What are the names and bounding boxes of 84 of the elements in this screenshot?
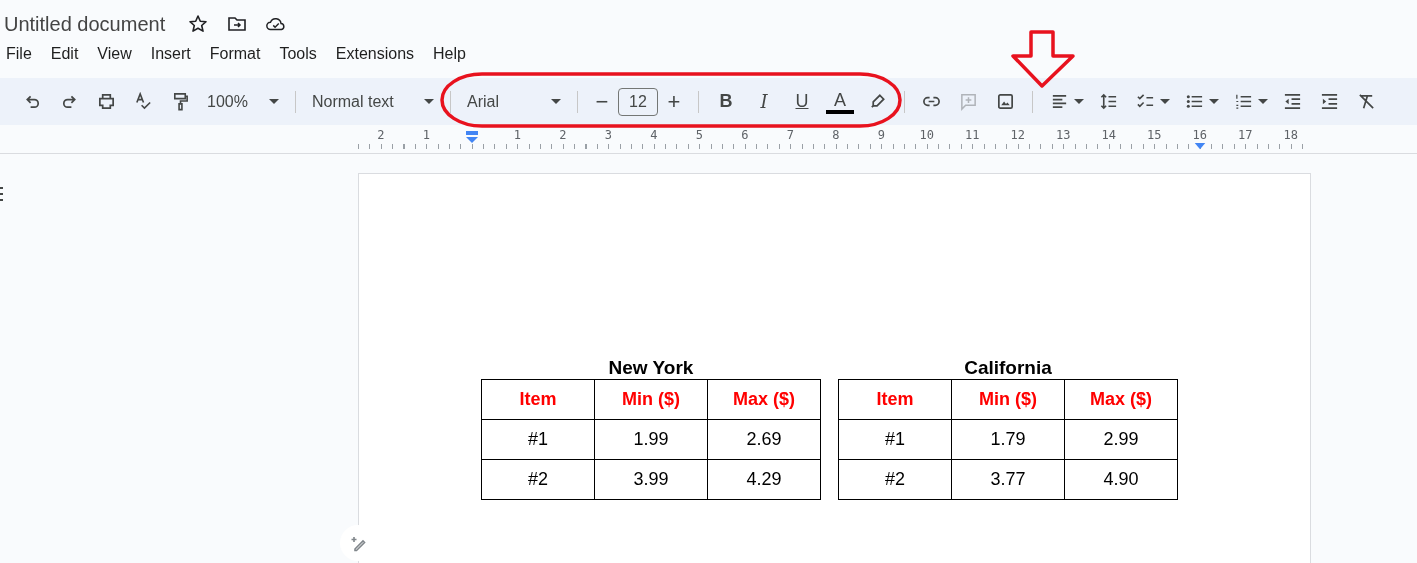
ruler-number: 3	[604, 129, 612, 142]
caret-icon[interactable]	[1074, 98, 1084, 105]
table-cell: 3.77	[951, 459, 1065, 500]
ruler-number: 13	[1056, 129, 1071, 142]
decrease-indent-icon[interactable]	[1283, 92, 1302, 111]
ruler-number: 12	[1010, 129, 1025, 142]
ruler-number: 16	[1192, 129, 1207, 142]
ruler-number: 8	[832, 129, 840, 142]
column-header: Item	[481, 379, 595, 420]
caret-icon	[551, 98, 561, 105]
table-cell: 2.69	[707, 419, 821, 460]
table-cell: 1.79	[951, 419, 1065, 460]
folder-icon[interactable]	[226, 14, 249, 34]
increase-indent-icon[interactable]	[1320, 92, 1339, 111]
caret-icon[interactable]	[1258, 98, 1268, 105]
underline-button[interactable]: U	[788, 87, 816, 116]
image-icon[interactable]	[996, 92, 1015, 111]
ruler-number: 10	[919, 129, 934, 142]
ruler-number: 14	[1101, 129, 1116, 142]
ruler-number: 9	[877, 129, 885, 142]
clear-formatting-icon[interactable]	[1357, 92, 1376, 111]
font-dropdown[interactable]: Arial	[459, 92, 569, 111]
column-header: Item	[838, 379, 952, 420]
ruler-number: 15	[1147, 129, 1162, 142]
table-caption: California	[964, 357, 1052, 379]
ruler-number: 1	[422, 129, 430, 142]
star-icon[interactable]	[187, 14, 210, 34]
ruler-number: 2	[559, 129, 567, 142]
menu-item[interactable]: Format	[209, 45, 261, 63]
menu-item[interactable]: File	[6, 45, 32, 63]
indent-marker[interactable]	[1193, 143, 1207, 150]
ruler-number: 17	[1238, 129, 1253, 142]
column-header: Min ($)	[951, 379, 1065, 420]
numbered-list-icon[interactable]	[1234, 92, 1253, 111]
table-cell: 4.90	[1064, 459, 1178, 500]
table-cell: 3.99	[594, 459, 708, 500]
column-header: Max ($)	[1064, 379, 1178, 420]
line-spacing-icon[interactable]	[1099, 92, 1118, 111]
font-size-field[interactable]: 12	[618, 87, 658, 116]
column-header: Min ($)	[594, 379, 708, 420]
increase-size-button[interactable]: +	[661, 88, 687, 115]
spellcheck-icon[interactable]	[134, 92, 153, 111]
menu-item[interactable]: Insert	[150, 45, 191, 63]
table-cell: #2	[481, 459, 595, 500]
ruler-number: 7	[786, 129, 794, 142]
document-title[interactable]: Untitled document	[4, 12, 166, 36]
align-left-icon[interactable]	[1050, 92, 1069, 111]
ruler-number: 2	[377, 129, 385, 142]
menu-item[interactable]: View	[97, 45, 132, 63]
menu-item[interactable]: Help	[433, 45, 466, 63]
table-cell: #1	[481, 419, 595, 460]
column-header: Max ($)	[707, 379, 821, 420]
paint-roller-icon[interactable]	[171, 92, 190, 111]
italic-button[interactable]: I	[750, 87, 778, 116]
style-dropdown[interactable]: Normal text	[304, 92, 442, 111]
bold-button[interactable]: B	[712, 87, 740, 116]
highlighter-icon[interactable]	[868, 92, 887, 111]
color-button[interactable]: A	[826, 89, 854, 114]
table-cell: 2.99	[1064, 419, 1178, 460]
table-caption: New York	[608, 357, 694, 379]
table-cell: 1.99	[594, 419, 708, 460]
menu-item[interactable]: Tools	[279, 45, 317, 63]
caret-icon	[269, 98, 279, 105]
table-cell: #1	[838, 419, 952, 460]
table-cell: 4.29	[707, 459, 821, 500]
caret-icon[interactable]	[1160, 98, 1170, 105]
ruler-number: 18	[1283, 129, 1298, 142]
caret-icon[interactable]	[1209, 98, 1219, 105]
menu-item[interactable]: Edit	[50, 45, 79, 63]
outline-icon[interactable]	[0, 186, 4, 202]
menu-item[interactable]: Extensions	[335, 45, 415, 63]
bulleted-list-icon[interactable]	[1185, 92, 1204, 111]
indent-marker[interactable]	[465, 131, 479, 143]
ruler-number: 5	[695, 129, 703, 142]
zoom-dropdown[interactable]: 100%	[199, 92, 287, 111]
down-arrow	[1009, 30, 1077, 88]
ruler-number: 6	[741, 129, 749, 142]
caret-icon	[424, 98, 434, 105]
ruler-number: 11	[965, 129, 980, 142]
table-cell: #2	[838, 459, 952, 500]
decrease-size-button[interactable]: −	[589, 88, 615, 115]
ruler-number: 1	[513, 129, 521, 142]
print-icon[interactable]	[97, 92, 116, 111]
ruler-number: 4	[650, 129, 658, 142]
